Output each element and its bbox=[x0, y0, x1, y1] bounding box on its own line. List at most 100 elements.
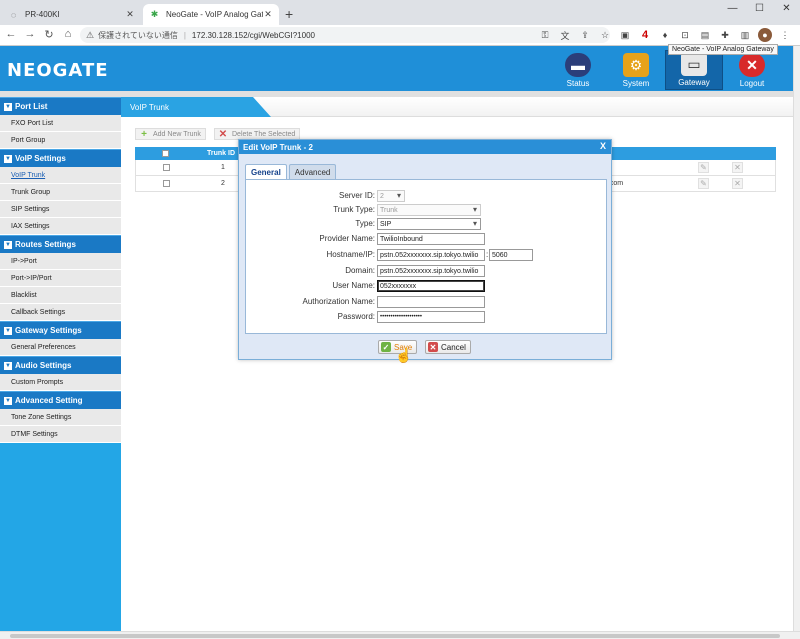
sidebar-item-iax-settings[interactable]: IAX Settings bbox=[0, 218, 121, 235]
add-new-trunk-button[interactable]: + Add New Trunk bbox=[135, 128, 206, 140]
sidepanel-icon[interactable]: ▥ bbox=[738, 28, 752, 42]
password-input[interactable]: •••••••••••••••••••• bbox=[377, 311, 485, 323]
server-id-select[interactable]: 2 bbox=[377, 190, 405, 202]
dialog-buttons: ✓ Save ✕ Cancel bbox=[239, 340, 613, 356]
edit-voip-trunk-dialog: Edit VoIP Trunk - 2 X General Advanced S… bbox=[238, 139, 612, 360]
auth-name-input[interactable] bbox=[377, 296, 485, 308]
provider-name-row: Provider Name: TwilioInbound bbox=[246, 233, 608, 245]
sidebar-item-tone-zone-settings[interactable]: Tone Zone Settings bbox=[0, 409, 121, 426]
sidebar-item-port-group[interactable]: Port Group bbox=[0, 132, 121, 149]
minimize-button[interactable]: — bbox=[719, 0, 746, 25]
extension-badge[interactable]: 4 bbox=[638, 28, 652, 42]
cancel-button[interactable]: ✕ Cancel bbox=[425, 340, 471, 354]
home-icon[interactable]: ⌂ bbox=[61, 28, 75, 40]
sidebar-item-custom-prompts[interactable]: Custom Prompts bbox=[0, 374, 121, 391]
tab-general[interactable]: General bbox=[245, 164, 287, 180]
sidebar-section-advanced-setting[interactable]: ▼ Advanced Setting bbox=[0, 391, 121, 409]
edit-icon[interactable]: ✎ bbox=[698, 178, 709, 189]
warning-icon: ⚠ bbox=[86, 29, 95, 40]
dialog-title-bar[interactable]: Edit VoIP Trunk - 2 X bbox=[239, 140, 611, 154]
browser-tab-pr400ki[interactable]: ◌ PR-400KI ✕ bbox=[2, 4, 141, 25]
sidebar-section-audio-settings[interactable]: ▼ Audio Settings bbox=[0, 356, 121, 374]
nav-label: Logout bbox=[739, 79, 765, 88]
horizontal-scrollbar[interactable] bbox=[0, 631, 800, 639]
row-checkbox[interactable] bbox=[163, 164, 170, 171]
auth-name-row: Authorization Name: bbox=[246, 296, 608, 308]
sidebar-item-voip-trunk[interactable]: VoIP Trunk bbox=[0, 167, 121, 184]
sidebar-item-sip-settings[interactable]: SIP Settings bbox=[0, 201, 121, 218]
trunk-type-select[interactable]: Trunk bbox=[377, 204, 481, 216]
back-icon[interactable]: ← bbox=[4, 28, 18, 40]
edit-icon[interactable]: ✎ bbox=[698, 162, 709, 173]
user-name-input[interactable]: 052xxxxxxx bbox=[377, 280, 485, 292]
sidebar-item-blacklist[interactable]: Blacklist bbox=[0, 287, 121, 304]
hostname-input[interactable]: pstn.052xxxxxxx.sip.tokyo.twilio bbox=[377, 249, 485, 261]
status-icon: ▬ bbox=[565, 53, 591, 77]
sidebar-item-ip-port[interactable]: IP->Port bbox=[0, 253, 121, 270]
menu-icon[interactable]: ⋮ bbox=[778, 28, 792, 42]
extension-icon[interactable]: ▤ bbox=[698, 28, 712, 42]
close-tab-icon[interactable]: ✕ bbox=[125, 9, 135, 20]
logout-icon: ✕ bbox=[739, 53, 765, 77]
translate-icon[interactable]: 文 bbox=[558, 28, 572, 42]
extension-icon[interactable]: ⊡ bbox=[678, 28, 692, 42]
close-window-button[interactable]: ✕ bbox=[773, 0, 800, 25]
nav-gateway[interactable]: ▭ Gateway bbox=[665, 50, 723, 90]
sidebar-item-callback-settings[interactable]: Callback Settings bbox=[0, 304, 121, 321]
tooltip: NeoGate - VoIP Analog Gateway bbox=[668, 44, 778, 55]
dialog-tabs: General Advanced bbox=[245, 164, 338, 180]
forward-icon[interactable]: → bbox=[23, 28, 37, 40]
sidebar-section-routes-settings[interactable]: ▼ Routes Settings bbox=[0, 235, 121, 253]
key-icon[interactable]: ⚿ bbox=[538, 28, 552, 42]
sidebar-item-trunk-group[interactable]: Trunk Group bbox=[0, 184, 121, 201]
browser-extensions: ⚿ 文 ⇪ ☆ ▣ 4 ♦ ⊡ ▤ ✚ ▥ ● ⋮ bbox=[538, 28, 792, 42]
sidebar-item-fxo-port-list[interactable]: FXO Port List bbox=[0, 115, 121, 132]
select-all-checkbox[interactable] bbox=[162, 150, 169, 157]
nav-system[interactable]: ⚙ System bbox=[607, 50, 665, 90]
browser-tab-neogate[interactable]: ✱ NeoGate - VoIP Analog Gateway ✕ bbox=[143, 4, 279, 25]
cancel-icon: ✕ bbox=[428, 342, 438, 352]
vertical-scrollbar[interactable] bbox=[793, 46, 800, 631]
sidebar-section-gateway-settings[interactable]: ▼ Gateway Settings bbox=[0, 321, 121, 339]
row-checkbox[interactable] bbox=[163, 180, 170, 187]
bookmark-star-icon[interactable]: ☆ bbox=[598, 28, 612, 42]
delete-icon[interactable]: ✕ bbox=[732, 178, 743, 189]
trunk-type-row: Trunk Type: Trunk bbox=[246, 204, 608, 216]
nav-status[interactable]: ▬ Status bbox=[549, 50, 607, 90]
scrollbar-thumb[interactable] bbox=[10, 634, 780, 638]
sidebar-section-voip-settings[interactable]: ▼ VoIP Settings bbox=[0, 149, 121, 167]
trunk-id-cell: 2 bbox=[221, 180, 225, 187]
column-trunk-id: Trunk ID bbox=[207, 150, 236, 157]
caret-down-icon: ▼ bbox=[4, 240, 12, 249]
maximize-button[interactable]: ☐ bbox=[746, 0, 773, 25]
neogate-logo: NEOGATE bbox=[7, 60, 109, 81]
pin-icon[interactable]: ♦ bbox=[658, 28, 672, 42]
dialog-close-button[interactable]: X bbox=[600, 141, 606, 151]
avatar[interactable]: ● bbox=[758, 28, 772, 42]
url-field[interactable]: ⚠ 保護されていない通信 | 172.30.128.152/cgi/WebCGI… bbox=[80, 27, 610, 43]
url-text: 172.30.128.152/cgi/WebCGI?1000 bbox=[191, 30, 315, 40]
type-select[interactable]: SIP bbox=[377, 218, 481, 230]
plus-icon: + bbox=[141, 128, 147, 140]
delete-icon[interactable]: ✕ bbox=[732, 162, 743, 173]
nav-logout[interactable]: ✕ Logout bbox=[723, 50, 781, 90]
sidebar-item-dtmf-settings[interactable]: DTMF Settings bbox=[0, 426, 121, 443]
hostname-label: Hostname/IP: bbox=[326, 250, 375, 259]
sidebar-section-port-list[interactable]: ▼ Port List bbox=[0, 97, 121, 115]
domain-row: Domain: pstn.052xxxxxxx.sip.tokyo.twilio bbox=[246, 265, 608, 277]
close-tab-icon[interactable]: ✕ bbox=[263, 9, 273, 20]
server-id-label: Server ID: bbox=[338, 191, 375, 200]
nav-label: Gateway bbox=[678, 78, 710, 87]
new-tab-button[interactable]: + bbox=[285, 6, 293, 22]
sidebar-item-general-preferences[interactable]: General Preferences bbox=[0, 339, 121, 356]
extension-icon[interactable]: ▣ bbox=[618, 28, 632, 42]
share-icon[interactable]: ⇪ bbox=[578, 28, 592, 42]
port-input[interactable]: 5060 bbox=[489, 249, 533, 261]
puzzle-icon[interactable]: ✚ bbox=[718, 28, 732, 42]
auth-name-label: Authorization Name: bbox=[302, 297, 375, 306]
domain-input[interactable]: pstn.052xxxxxxx.sip.tokyo.twilio bbox=[377, 265, 485, 277]
tab-advanced[interactable]: Advanced bbox=[288, 164, 337, 179]
reload-icon[interactable]: ↻ bbox=[42, 28, 56, 41]
sidebar-item-port-ip-port[interactable]: Port->IP/Port bbox=[0, 270, 121, 287]
provider-name-input[interactable]: TwilioInbound bbox=[377, 233, 485, 245]
